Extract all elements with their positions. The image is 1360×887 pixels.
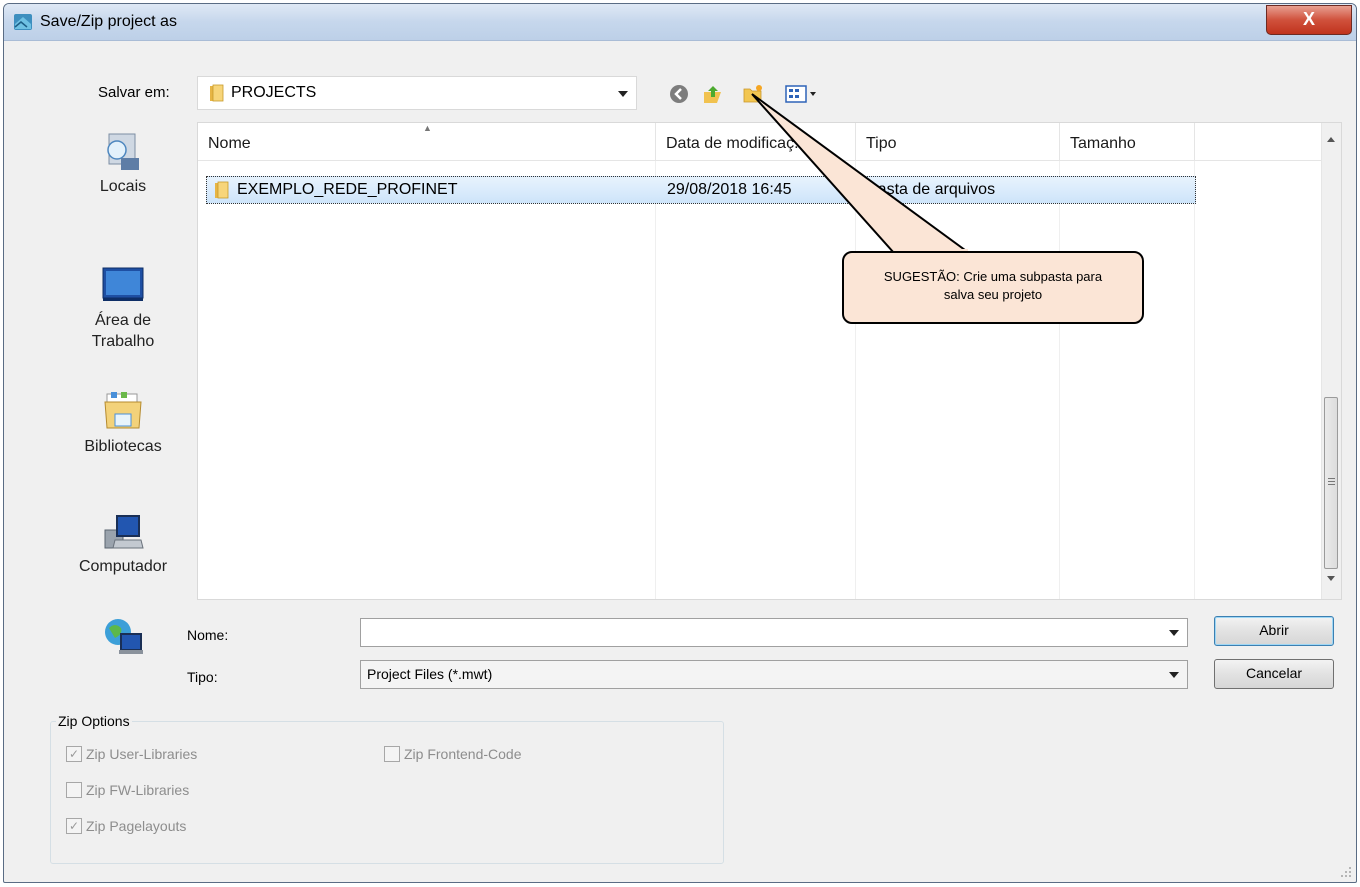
title-bar[interactable]: Save/Zip project as X (4, 4, 1356, 41)
callout-text: SUGESTÃO: Crie uma subpasta para salva s… (883, 269, 1103, 302)
column-header-empty (1195, 123, 1323, 161)
sort-ascending-icon: ▲ (423, 123, 432, 133)
place-label-computer: Computador (78, 558, 168, 575)
suggestion-callout: SUGESTÃO: Crie uma subpasta para salva s… (842, 251, 1144, 324)
scroll-down-icon[interactable] (1327, 576, 1335, 581)
column-divider (1059, 161, 1060, 599)
callout-pointer (751, 93, 973, 254)
chevron-down-icon[interactable] (618, 91, 628, 97)
save-in-value: PROJECTS (231, 84, 317, 101)
place-label-recent: Locais (99, 178, 147, 195)
name-label: Nome: (187, 627, 229, 643)
vertical-scrollbar[interactable] (1321, 123, 1341, 599)
row-name: EXEMPLO_REDE_PROFINET (237, 181, 458, 198)
checkbox-checked-icon: ✓ (66, 746, 82, 763)
computer-icon (104, 515, 144, 549)
scroll-up-icon[interactable] (1327, 137, 1335, 142)
column-header-name[interactable]: Nome ▲ (198, 123, 656, 161)
app-icon (14, 14, 32, 30)
folder-icon (210, 84, 224, 102)
file-type-select[interactable]: Project Files (*.mwt) (360, 660, 1188, 689)
place-libraries[interactable]: Bibliotecas (52, 390, 194, 456)
column-divider (1194, 161, 1195, 599)
zip-frontend-code-checkbox[interactable]: Zip Frontend-Code (384, 746, 522, 763)
zip-options-legend: Zip Options (56, 713, 132, 729)
checkbox-unchecked-icon (66, 782, 82, 799)
place-label-desktop: Área de Trabalho (91, 312, 155, 350)
open-button[interactable]: Abrir (1214, 616, 1334, 646)
chevron-down-icon[interactable] (1169, 630, 1179, 636)
desktop-icon (102, 267, 144, 301)
checkbox-checked-icon: ✓ (66, 818, 82, 835)
network-icon (105, 619, 143, 654)
scroll-thumb[interactable] (1324, 397, 1338, 569)
place-label-libraries: Bibliotecas (84, 438, 162, 455)
recent-places-icon (107, 133, 139, 170)
close-button[interactable]: X (1266, 5, 1352, 35)
column-header-size[interactable]: Tamanho (1060, 123, 1195, 161)
chevron-down-icon[interactable] (1169, 672, 1179, 678)
save-in-label: Salvar em: (98, 84, 170, 101)
places-bar: Locais Área de Trabalho Bibliotecas Comp… (52, 122, 194, 717)
checkbox-unchecked-icon (384, 746, 400, 763)
save-in-combo[interactable]: PROJECTS (197, 76, 637, 110)
cancel-button[interactable]: Cancelar (1214, 659, 1334, 689)
zip-fw-libraries-checkbox[interactable]: Zip FW-Libraries (66, 782, 189, 799)
back-icon[interactable] (668, 83, 690, 105)
place-computer[interactable]: Computador (52, 510, 194, 576)
up-folder-icon[interactable] (701, 83, 723, 105)
place-recent[interactable]: Locais (52, 130, 194, 196)
save-zip-dialog: Save/Zip project as X Salvar em: PROJECT… (3, 3, 1357, 883)
folder-icon (215, 181, 229, 199)
libraries-icon (104, 392, 142, 429)
resize-grip-icon[interactable] (1340, 866, 1352, 878)
window-title: Save/Zip project as (40, 13, 177, 30)
place-desktop[interactable]: Área de Trabalho (52, 262, 194, 352)
place-network[interactable] (52, 614, 194, 662)
file-name-input[interactable] (360, 618, 1188, 647)
zip-user-libraries-checkbox[interactable]: ✓ Zip User-Libraries (66, 746, 197, 763)
close-icon: X (1302, 9, 1315, 29)
grip-icon (1328, 478, 1335, 479)
type-label: Tipo: (187, 669, 218, 685)
column-divider (655, 161, 656, 599)
table-row[interactable]: EXEMPLO_REDE_PROFINET 29/08/2018 16:45 P… (206, 176, 1196, 204)
zip-pagelayouts-checkbox[interactable]: ✓ Zip Pagelayouts (66, 818, 186, 835)
